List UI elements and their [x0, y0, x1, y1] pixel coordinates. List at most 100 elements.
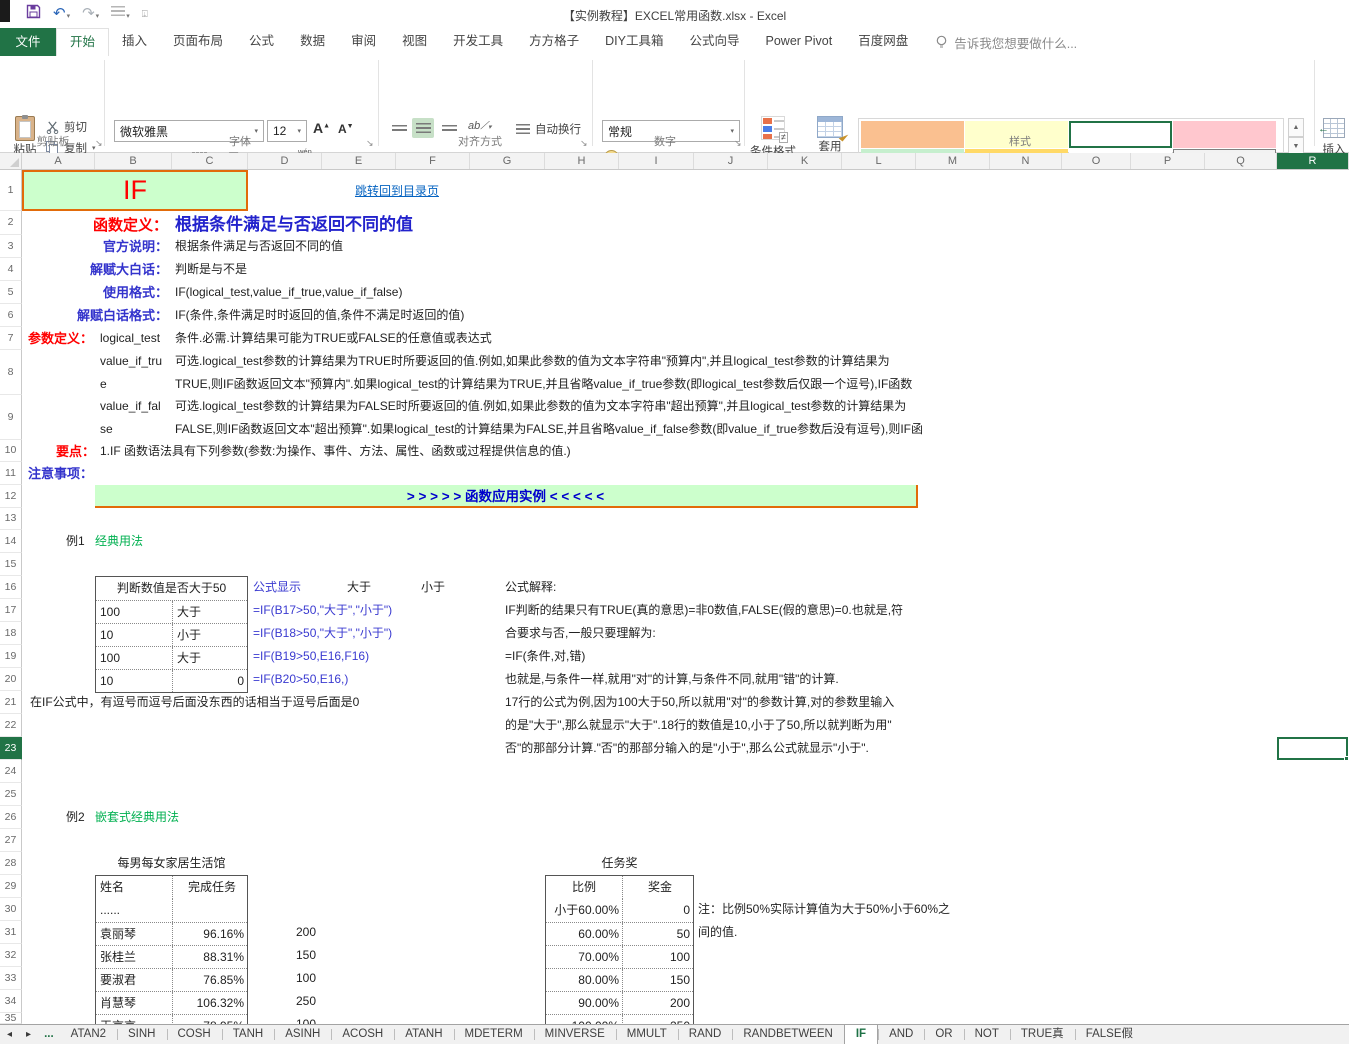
row-header[interactable]: 26: [0, 806, 22, 829]
row-header[interactable]: 20: [0, 668, 22, 691]
row-header[interactable]: 2: [0, 211, 22, 235]
table-row[interactable]: 张桂兰 88.31%: [96, 945, 247, 968]
number-dialog-launcher[interactable]: ↘: [734, 138, 742, 149]
row-header[interactable]: 22: [0, 714, 22, 737]
table-row[interactable]: 100.00% 250: [546, 1014, 693, 1024]
column-header[interactable]: H: [545, 153, 619, 169]
sheet-tab[interactable]: ASINH: [274, 1025, 331, 1044]
function-title-cell[interactable]: IF: [22, 170, 248, 211]
column-header[interactable]: J: [694, 153, 768, 169]
formula-cell[interactable]: =IF(B17>50,"大于","小于"): [253, 599, 392, 622]
bonus-value[interactable]: 100: [248, 1013, 320, 1024]
row-header[interactable]: 34: [0, 990, 22, 1013]
sheet-tab[interactable]: MINVERSE: [534, 1025, 616, 1044]
row-header[interactable]: 5: [0, 281, 22, 304]
clipboard-dialog-launcher[interactable]: ↘: [95, 138, 103, 149]
ribbon-tab[interactable]: 审阅: [338, 28, 389, 56]
sheet-tab[interactable]: IF: [844, 1025, 878, 1044]
row-header[interactable]: 28: [0, 852, 22, 875]
column-header[interactable]: M: [916, 153, 990, 169]
table-row[interactable]: 70.00% 100: [546, 945, 693, 968]
table-row[interactable]: 60.00% 50: [546, 922, 693, 945]
row-header[interactable]: 9: [0, 395, 22, 440]
sheet-tab[interactable]: ATAN2: [60, 1025, 117, 1044]
select-all-corner[interactable]: [0, 153, 22, 169]
table-row[interactable]: 80.00% 150: [546, 968, 693, 991]
active-cell-selection[interactable]: [1277, 737, 1348, 760]
column-header[interactable]: B: [95, 153, 172, 169]
column-header[interactable]: E: [322, 153, 396, 169]
row-header[interactable]: 13: [0, 508, 22, 530]
sheet-tab[interactable]: MDETERM: [454, 1025, 534, 1044]
column-header[interactable]: O: [1062, 153, 1131, 169]
row-header[interactable]: 23: [0, 737, 22, 760]
ribbon-tab[interactable]: 页面布局: [160, 28, 236, 56]
grow-font-button[interactable]: A▲: [313, 120, 330, 136]
ribbon-tab[interactable]: 百度网盘: [845, 28, 921, 56]
row-header[interactable]: 16: [0, 576, 22, 599]
cell-style-item[interactable]: [1069, 121, 1172, 148]
row-header[interactable]: 19: [0, 645, 22, 668]
ribbon-tab[interactable]: 公式向导: [676, 28, 752, 56]
sheet-tab[interactable]: RANDBETWEEN: [732, 1025, 843, 1044]
row-header[interactable]: 31: [0, 921, 22, 944]
sheet-tab[interactable]: TANH: [222, 1025, 274, 1044]
gallery-scroll-up[interactable]: ▲: [1288, 118, 1304, 137]
sheet-tab[interactable]: AND: [878, 1025, 924, 1044]
sheet-tab[interactable]: COSH: [167, 1025, 222, 1044]
row-header[interactable]: 11: [0, 462, 22, 485]
tell-me-box[interactable]: 告诉我您想要做什么...: [921, 28, 1077, 56]
table-row[interactable]: 90.00% 200: [546, 991, 693, 1014]
row-header[interactable]: 30: [0, 898, 22, 921]
row-header[interactable]: 35: [0, 1013, 22, 1024]
sheet-tab[interactable]: FALSE假: [1075, 1025, 1144, 1044]
row-header[interactable]: 15: [0, 553, 22, 576]
column-header[interactable]: Q: [1205, 153, 1277, 169]
row-header[interactable]: 21: [0, 691, 22, 714]
sheet-tabs-ellipsis[interactable]: ...: [38, 1025, 60, 1044]
row-header[interactable]: 27: [0, 829, 22, 852]
formula-cell[interactable]: =IF(B18>50,"大于","小于"): [253, 622, 392, 645]
ribbon-tab[interactable]: Power Pivot: [753, 28, 846, 56]
bonus-value[interactable]: 100: [248, 967, 320, 990]
ribbon-tab[interactable]: 开发工具: [440, 28, 516, 56]
row-header[interactable]: 33: [0, 967, 22, 990]
column-header[interactable]: L: [842, 153, 916, 169]
row-header[interactable]: 7: [0, 327, 22, 350]
fill-handle[interactable]: [1344, 756, 1349, 761]
row-header[interactable]: 12: [0, 485, 22, 508]
column-header[interactable]: K: [768, 153, 842, 169]
font-dialog-launcher[interactable]: ↘: [366, 138, 374, 149]
cell-style-item[interactable]: [1173, 121, 1276, 148]
formula-cell[interactable]: =IF(B20>50,E16,): [253, 668, 392, 691]
sheet-tab[interactable]: NOT: [964, 1025, 1010, 1044]
column-header[interactable]: D: [248, 153, 322, 169]
align-middle-button[interactable]: [412, 118, 434, 138]
row-header[interactable]: 32: [0, 944, 22, 967]
table-row[interactable]: ......: [96, 899, 247, 922]
row-header[interactable]: 4: [0, 258, 22, 281]
bonus-value[interactable]: 250: [248, 990, 320, 1013]
shrink-font-button[interactable]: A▼: [338, 122, 354, 136]
ribbon-tab[interactable]: 开始: [56, 28, 109, 56]
back-to-index-link[interactable]: 跳转回到目录页: [322, 180, 472, 203]
column-header[interactable]: G: [470, 153, 545, 169]
row-header[interactable]: 17: [0, 599, 22, 622]
table-row[interactable]: 10 0: [96, 669, 247, 692]
row-header[interactable]: 24: [0, 760, 22, 783]
table-row[interactable]: 10 小于: [96, 623, 247, 646]
sheet-tab[interactable]: ACOSH: [331, 1025, 394, 1044]
table-row[interactable]: 要淑君 76.85%: [96, 968, 247, 991]
row-header[interactable]: 6: [0, 304, 22, 327]
row-header[interactable]: 14: [0, 530, 22, 553]
ribbon-tab[interactable]: 公式: [236, 28, 287, 56]
column-header[interactable]: N: [990, 153, 1062, 169]
ribbon-tab[interactable]: 数据: [287, 28, 338, 56]
tab-file[interactable]: 文件: [0, 28, 56, 56]
ribbon-tab[interactable]: 方方格子: [516, 28, 592, 56]
column-header[interactable]: A: [22, 153, 95, 169]
row-header[interactable]: 1: [0, 170, 22, 211]
table-row[interactable]: 王京京 78.95%: [96, 1014, 247, 1024]
sheet-nav-right[interactable]: ▸: [19, 1025, 38, 1044]
column-header[interactable]: F: [396, 153, 470, 169]
